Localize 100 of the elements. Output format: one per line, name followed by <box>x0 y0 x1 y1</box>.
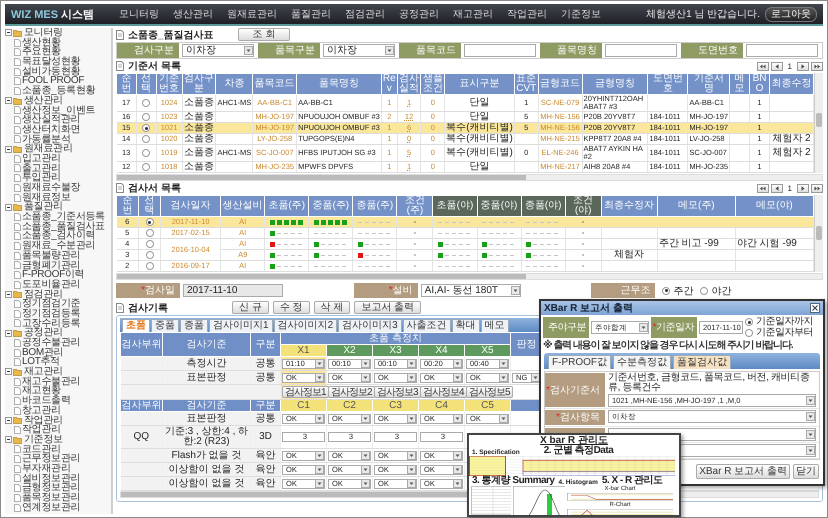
menu-item[interactable]: 모니터링 <box>112 7 166 21</box>
first-page-button[interactable] <box>756 62 769 70</box>
tree-item[interactable]: 원재료관리 <box>24 144 73 154</box>
tree-item[interactable]: 생산정보_이벤트 <box>22 106 96 116</box>
last-page-button[interactable] <box>811 62 823 70</box>
radio-button[interactable] <box>142 135 150 144</box>
logout-button[interactable]: 로그아웃 <box>765 6 817 22</box>
vertical-scrollbar[interactable] <box>814 195 823 272</box>
tree-item[interactable]: 생산실적관리 <box>22 115 80 125</box>
radio-button[interactable] <box>146 218 154 226</box>
radio-label[interactable]: 기준일자부터 <box>756 328 813 338</box>
tree-item[interactable]: 고장수리등록 <box>22 318 80 328</box>
info-button[interactable]: 검사정보5 <box>466 386 513 398</box>
tree-item[interactable]: 생산관리 <box>24 96 63 106</box>
info-button[interactable]: 검사정보3 <box>374 386 421 398</box>
tree-item[interactable]: 소품종_품질검사표 <box>22 222 105 232</box>
tree-item[interactable]: 정기점검기준 <box>22 299 80 309</box>
tab[interactable]: 사출조건 <box>402 319 451 332</box>
menu-item[interactable]: 원재료관리 <box>220 7 284 21</box>
radio-button[interactable] <box>745 318 753 326</box>
tree-item[interactable]: 작업관리 <box>22 425 61 435</box>
radio-button[interactable] <box>142 113 150 122</box>
date-field[interactable]: 2017-11-10 <box>183 284 283 297</box>
tree-item[interactable]: F-PROOF이력 <box>22 270 84 280</box>
radio-button[interactable] <box>745 329 753 337</box>
tree-item[interactable]: 원재료정보 <box>22 192 71 202</box>
tree-item[interactable]: 공정관리 <box>24 328 63 338</box>
tree-item[interactable]: 재고관리 <box>24 367 63 377</box>
menu-item[interactable]: 생산관리 <box>166 7 220 21</box>
tree-item[interactable]: 재고현황 <box>22 386 61 396</box>
dropdown[interactable]: 이차장 <box>323 44 395 57</box>
tree-item[interactable]: 금형폐기관리 <box>22 260 80 270</box>
tab[interactable]: F-PROOF값 <box>548 355 611 369</box>
tab[interactable]: 품질검사값 <box>673 355 731 369</box>
tree-item[interactable]: 생산현황 <box>22 38 61 48</box>
vertical-scrollbar[interactable] <box>814 73 823 173</box>
tab[interactable]: 중품 <box>151 319 179 332</box>
previous-page-button[interactable] <box>770 62 783 70</box>
tree-item[interactable]: 설비정보관리 <box>22 474 80 484</box>
toolbar-button[interactable]: 삭 제 <box>314 301 350 314</box>
radio-label[interactable]: 야간 <box>711 284 732 298</box>
tree-item[interactable]: 재고수불관리 <box>22 376 80 386</box>
tree-item[interactable]: 코드관리 <box>22 444 61 454</box>
next-page-button[interactable] <box>797 62 809 70</box>
next-page-button[interactable] <box>797 184 809 192</box>
tree-item[interactable]: 소품종_기준서등록 <box>22 212 105 222</box>
tree-item[interactable]: 원재료_수분관리 <box>22 241 96 251</box>
radio-button[interactable] <box>146 262 154 270</box>
menu-item[interactable]: 기준정보 <box>554 7 608 21</box>
menu-item[interactable]: 작업관리 <box>500 7 554 21</box>
radio-button[interactable] <box>142 99 150 108</box>
tree-item[interactable]: 원재료수불장 <box>22 183 80 193</box>
tree-item[interactable]: 점검관리 <box>24 290 63 300</box>
info-button[interactable]: 검사정보2 <box>328 386 375 398</box>
close-button[interactable] <box>810 303 820 313</box>
radio-button[interactable] <box>146 251 154 260</box>
tree-item[interactable]: 바코드출력 <box>22 396 71 406</box>
tree-item[interactable]: 출고관리 <box>22 164 61 174</box>
menu-item[interactable]: 공정관리 <box>392 7 446 21</box>
toolbar-button[interactable]: 신 규 <box>232 301 269 314</box>
dialog-button[interactable]: XBar R 보고서 출력 <box>696 464 790 479</box>
tree-item[interactable]: 투입관리 <box>22 173 61 184</box>
dropdown[interactable]: AI,AI- 동선 180T <box>420 284 521 297</box>
column-header[interactable]: X1 <box>280 344 326 356</box>
previous-page-button[interactable] <box>770 184 783 192</box>
tree-item[interactable]: 연계정보관리 <box>22 502 80 512</box>
tab[interactable]: 종품 <box>180 319 208 332</box>
radio-button[interactable] <box>700 286 708 294</box>
radio-button[interactable] <box>662 286 670 294</box>
tree-item[interactable]: FOOL PROOF <box>22 76 84 86</box>
last-page-button[interactable] <box>811 184 823 192</box>
horizontal-scrollbar[interactable] <box>116 174 823 181</box>
menu-item[interactable]: 품질관리 <box>284 7 338 21</box>
tree-item[interactable]: 기준정보 <box>24 434 63 445</box>
radio-button[interactable] <box>142 149 150 158</box>
tree-item[interactable]: LOT추적 <box>22 357 60 368</box>
tab[interactable]: 검사이미지1 <box>209 319 273 332</box>
input-field[interactable] <box>464 44 536 57</box>
tree-item[interactable]: 설비가동현황 <box>22 66 80 76</box>
first-page-button[interactable] <box>756 184 769 192</box>
tree-item[interactable]: 부자재관리 <box>22 464 71 474</box>
dropdown[interactable]: 이차장 <box>182 44 254 57</box>
dialog-button[interactable]: 닫기 <box>793 464 819 479</box>
tree-item[interactable]: 생산터치화면 <box>22 124 80 135</box>
menu-item[interactable]: 점검관리 <box>338 7 392 21</box>
radio-button[interactable] <box>142 124 150 132</box>
tree-item[interactable]: 도포비율관리 <box>22 280 80 290</box>
tree-item[interactable]: 정기점검등록 <box>22 308 80 319</box>
radio-button[interactable] <box>146 240 154 248</box>
tab[interactable]: 검사이미지2 <box>274 319 338 332</box>
tree-item[interactable]: 소품종_검사이력 <box>22 231 96 242</box>
toolbar-button[interactable]: 보고서 출력 <box>354 301 422 314</box>
toolbar-button[interactable]: 수 정 <box>272 301 310 314</box>
tree-item[interactable]: 금형정보관리 <box>22 483 80 494</box>
tree-item[interactable]: BOM관리 <box>22 348 64 358</box>
tab[interactable]: 메모 <box>480 319 509 332</box>
radio-button[interactable] <box>142 163 150 172</box>
info-button[interactable]: 검사정보4 <box>420 386 467 398</box>
tree-item[interactable]: 가동률분석 <box>22 134 71 144</box>
tree-item[interactable]: 품목불량관리 <box>22 250 80 261</box>
